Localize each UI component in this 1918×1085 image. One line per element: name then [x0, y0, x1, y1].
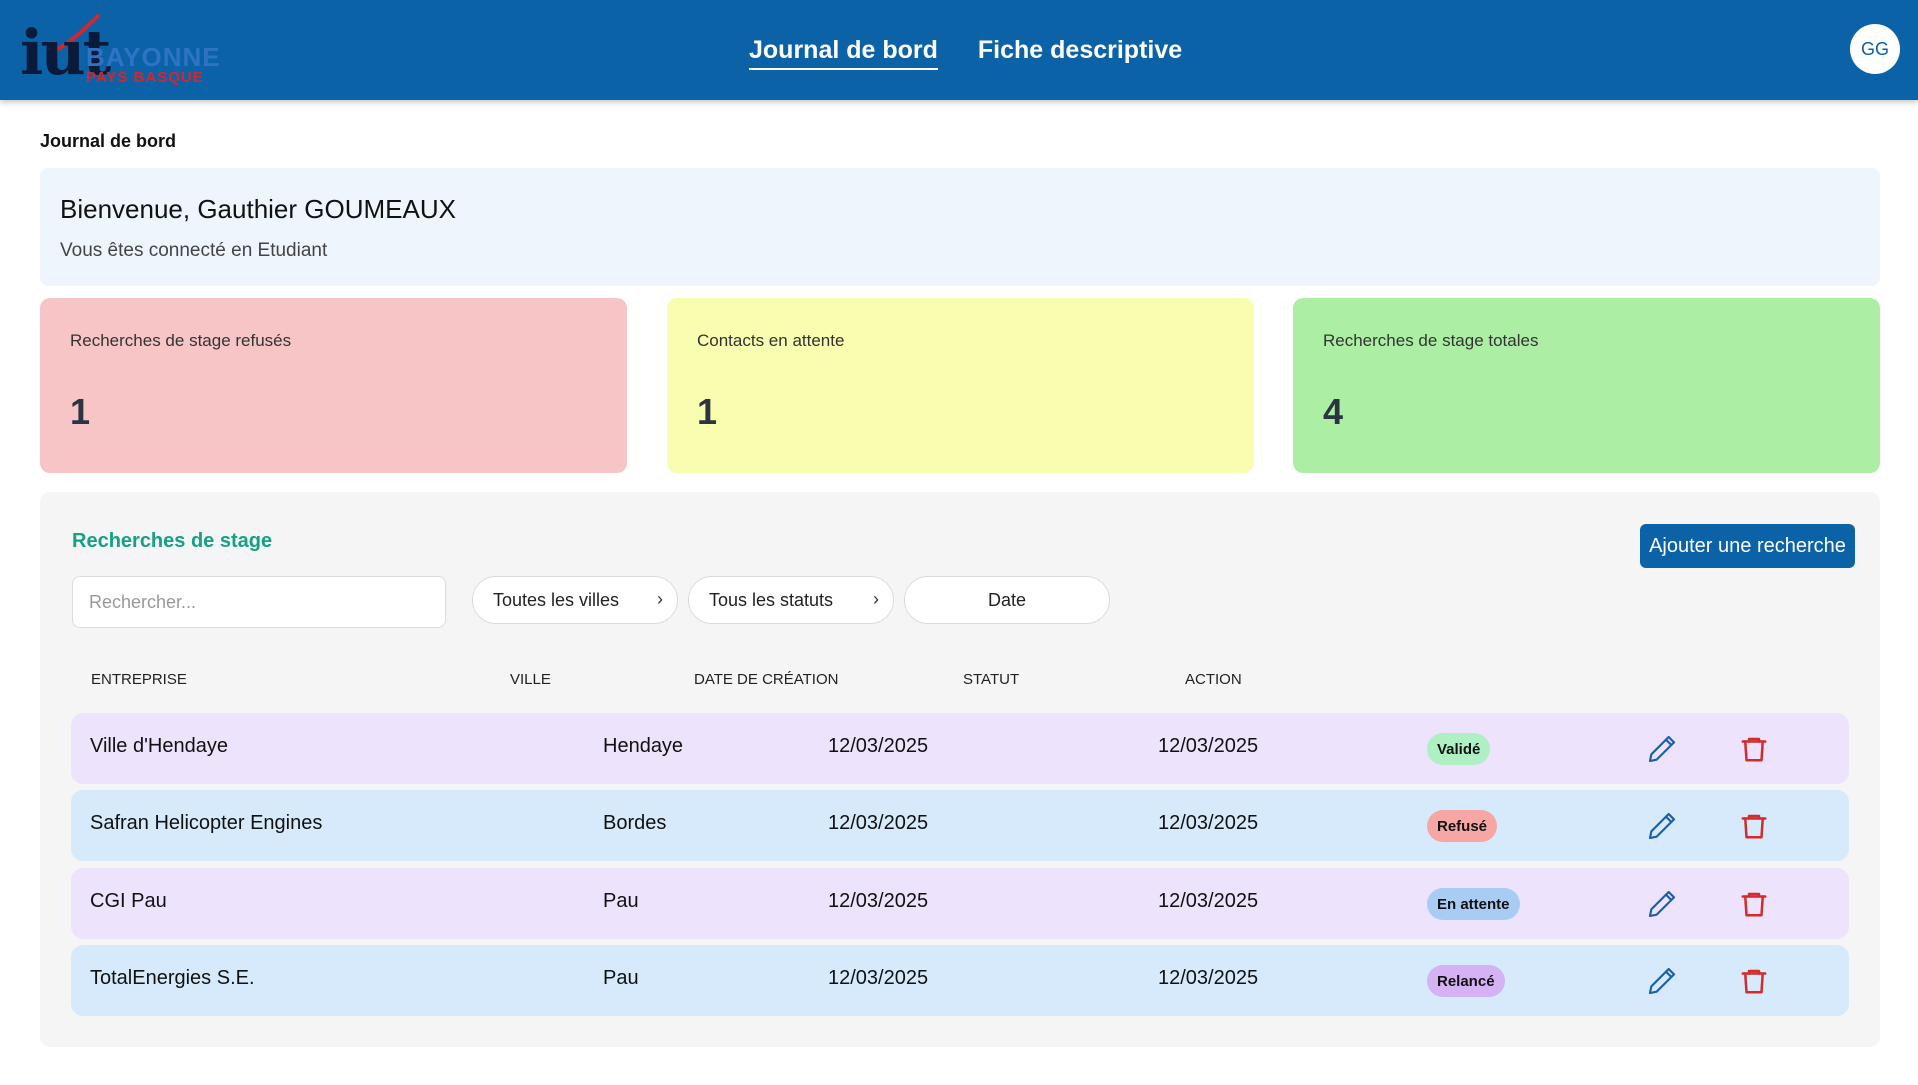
- city-filter-label: Toutes les villes: [493, 589, 620, 610]
- status-badge: Refusé: [1427, 810, 1498, 842]
- stat-refused-label: Recherches de stage refusés: [70, 331, 292, 350]
- row-company: CGI Pau: [90, 890, 167, 912]
- trash-icon: [1741, 969, 1767, 994]
- nav-journal-de-bord[interactable]: Journal de bord: [749, 34, 938, 70]
- add-search-button[interactable]: Ajouter une recherche: [1640, 524, 1855, 568]
- welcome-card: Bienvenue, Gauthier GOUMEAUX Vous êtes c…: [40, 168, 1880, 286]
- edit-button[interactable]: [1642, 806, 1682, 846]
- table-row[interactable]: Safran Helicopter Engines Bordes 12/03/2…: [71, 790, 1849, 861]
- edit-button[interactable]: [1642, 884, 1682, 924]
- row-company: Safran Helicopter Engines: [90, 812, 323, 834]
- stat-pending-value: 1: [697, 391, 718, 432]
- status-filter-label: Tous les statuts: [709, 589, 834, 610]
- row-city: Bordes: [603, 812, 667, 834]
- stat-total-value: 4: [1323, 391, 1344, 432]
- row-status-date: 12/03/2025: [1158, 735, 1259, 757]
- top-navbar: iut BAYONNE PAYS BASQUE Journal de bord …: [0, 0, 1918, 100]
- stat-card-total: Recherches de stage totales 4: [1293, 298, 1880, 473]
- column-header-date-creation: Date de création: [694, 671, 839, 688]
- city-filter-select[interactable]: Toutes les villes ›: [472, 576, 678, 624]
- pencil-icon: [1648, 735, 1676, 763]
- edit-button[interactable]: [1642, 961, 1682, 1001]
- table-row[interactable]: CGI Pau Pau 12/03/2025 12/03/2025 En att…: [71, 868, 1849, 939]
- status-badge: Relancé: [1427, 965, 1505, 997]
- row-city: Pau: [603, 890, 639, 912]
- status-badge: Validé: [1427, 733, 1491, 765]
- row-created-date: 12/03/2025: [828, 967, 929, 989]
- date-filter-button[interactable]: Date: [904, 576, 1110, 624]
- stat-refused-value: 1: [70, 391, 91, 432]
- logo-pays-basque-text: PAYS BASQUE: [86, 69, 204, 86]
- page-title: Journal de bord: [40, 131, 177, 151]
- status-badge: En attente: [1427, 888, 1520, 920]
- row-city: Pau: [603, 967, 639, 989]
- status-filter-select[interactable]: Tous les statuts ›: [688, 576, 894, 624]
- stat-card-refused: Recherches de stage refusés 1: [40, 298, 627, 473]
- delete-button[interactable]: [1734, 884, 1774, 924]
- searches-title: Recherches de stage: [72, 530, 273, 552]
- table-row[interactable]: Ville d'Hendaye Hendaye 12/03/2025 12/03…: [71, 713, 1849, 784]
- main-nav: Journal de bord Fiche descriptive: [749, 34, 1182, 70]
- nav-fiche-descriptive[interactable]: Fiche descriptive: [978, 34, 1182, 70]
- row-status-date: 12/03/2025: [1158, 890, 1259, 912]
- stat-card-pending: Contacts en attente 1: [667, 298, 1254, 473]
- delete-button[interactable]: [1734, 729, 1774, 769]
- trash-icon: [1741, 814, 1767, 839]
- column-header-ville: Ville: [510, 671, 551, 688]
- trash-icon: [1741, 892, 1767, 917]
- date-filter-label: Date: [987, 589, 1027, 610]
- search-input[interactable]: [72, 576, 446, 628]
- row-company: Ville d'Hendaye: [90, 735, 228, 757]
- row-company: TotalEnergies S.E.: [90, 967, 255, 989]
- delete-button[interactable]: [1734, 961, 1774, 1001]
- column-header-statut: Statut: [963, 671, 1020, 688]
- pencil-icon: [1648, 967, 1676, 995]
- welcome-subtitle: Vous êtes connecté en Etudiant: [60, 240, 328, 261]
- stat-total-label: Recherches de stage totales: [1323, 331, 1539, 350]
- row-created-date: 12/03/2025: [828, 735, 929, 757]
- edit-button[interactable]: [1642, 729, 1682, 769]
- table-row[interactable]: TotalEnergies S.E. Pau 12/03/2025 12/03/…: [71, 945, 1849, 1016]
- searches-panel: Recherches de stage Ajouter une recherch…: [40, 492, 1880, 1047]
- user-avatar[interactable]: GG: [1850, 24, 1900, 74]
- stat-pending-label: Contacts en attente: [697, 331, 845, 350]
- pencil-icon: [1648, 812, 1676, 840]
- chevron-right-icon: ›: [657, 589, 663, 609]
- pencil-icon: [1648, 890, 1676, 918]
- logo-bayonne-text: BAYONNE: [86, 42, 221, 72]
- row-created-date: 12/03/2025: [828, 890, 929, 912]
- column-header-entreprise: Entreprise: [91, 671, 187, 688]
- trash-icon: [1741, 737, 1767, 762]
- welcome-title: Bienvenue, Gauthier GOUMEAUX: [60, 194, 456, 224]
- column-header-action: Action: [1185, 671, 1242, 688]
- row-created-date: 12/03/2025: [828, 812, 929, 834]
- row-status-date: 12/03/2025: [1158, 812, 1259, 834]
- delete-button[interactable]: [1734, 806, 1774, 846]
- row-city: Hendaye: [603, 735, 684, 757]
- iut-logo[interactable]: iut BAYONNE PAYS BASQUE: [20, 14, 220, 86]
- row-status-date: 12/03/2025: [1158, 967, 1259, 989]
- chevron-right-icon: ›: [873, 589, 879, 609]
